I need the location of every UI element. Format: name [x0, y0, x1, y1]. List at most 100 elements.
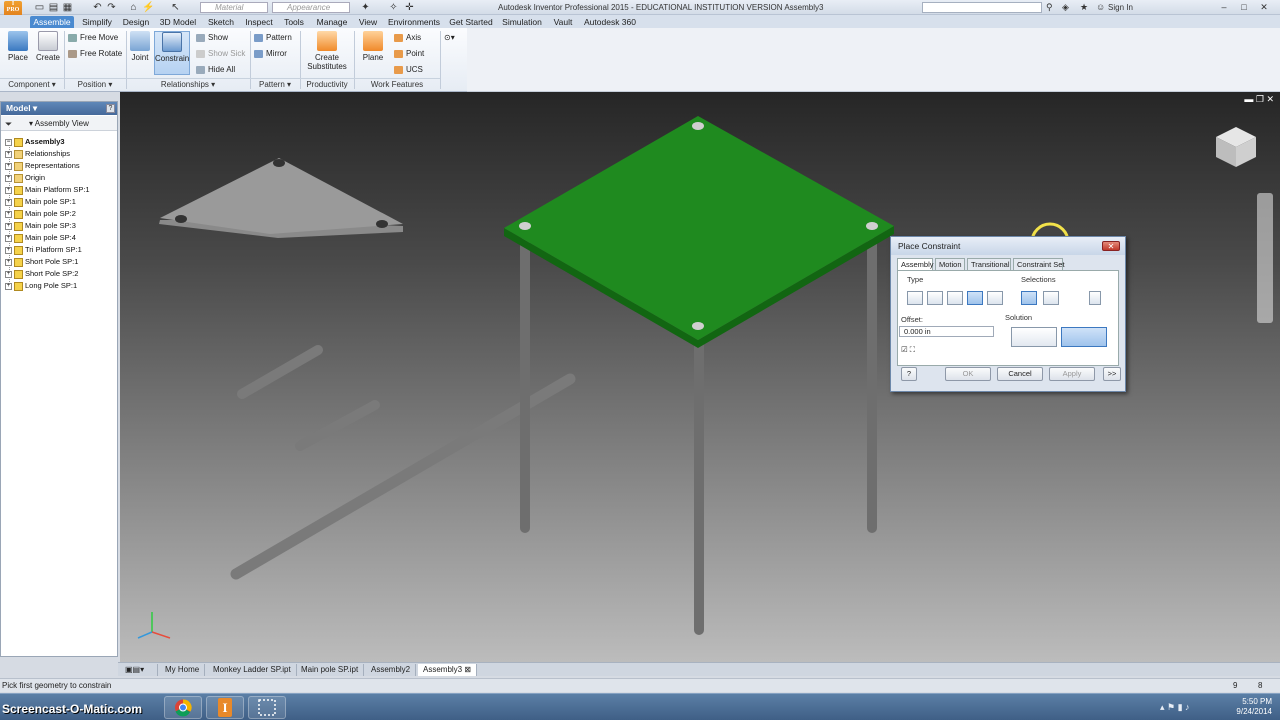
browser-title[interactable]: Model ▾ [1, 102, 117, 115]
constrain-button[interactable]: Constrain [154, 31, 190, 75]
tree-item[interactable]: + Long Pole SP:1 [5, 280, 77, 292]
expand-icon[interactable]: + [5, 174, 12, 182]
select-icon[interactable]: ↖ [170, 2, 181, 13]
sign-in-link[interactable]: Sign In [1108, 3, 1133, 12]
update-icon[interactable]: ⚡ [142, 2, 154, 13]
cancel-button[interactable]: Cancel [997, 367, 1043, 381]
selection-2-icon[interactable] [1043, 291, 1059, 305]
customize-icon[interactable]: ✛ [404, 2, 415, 13]
inventor-taskbar-button[interactable]: I [206, 696, 244, 719]
adjust-icon[interactable]: ✧ [388, 2, 399, 13]
minimize-button[interactable]: – [1218, 2, 1230, 13]
tangent-type-icon[interactable] [947, 291, 963, 305]
maximize-button[interactable]: □ [1238, 2, 1250, 13]
pattern-button[interactable]: Pattern [254, 32, 292, 44]
main-platform[interactable] [504, 116, 894, 340]
pick-part-first-icon[interactable] [1089, 291, 1101, 305]
tab-monkey-ladder[interactable]: Monkey Ladder SP.ipt [208, 664, 297, 676]
tab-transitional[interactable]: Transitional [967, 258, 1011, 270]
free-move-button[interactable]: Free Move [68, 32, 118, 44]
tab-manage[interactable]: Manage [314, 16, 350, 28]
tab-main-pole[interactable]: Main pole SP.ipt [296, 664, 365, 676]
search-icon[interactable]: ⚲ [1046, 2, 1053, 13]
star-icon[interactable]: ★ [1080, 2, 1088, 13]
filter-icon[interactable]: ⏷ [5, 119, 12, 130]
save-icon[interactable]: ▦ [62, 2, 73, 13]
tab-simplify[interactable]: Simplify [78, 16, 116, 28]
expand-icon[interactable]: + [5, 270, 12, 278]
long-pole[interactable] [230, 373, 576, 580]
subscription-icon[interactable]: ◈ [1062, 2, 1069, 13]
mirror-button[interactable]: Mirror [254, 48, 287, 60]
tab-assemble[interactable]: Assemble [30, 16, 74, 28]
show-button[interactable]: Show [196, 32, 228, 44]
new-icon[interactable]: ▭ [34, 2, 45, 13]
tree-item[interactable]: + Main pole SP:1 [5, 196, 76, 208]
tab-inspect[interactable]: Inspect [242, 16, 276, 28]
clear-appearance-icon[interactable]: ✦ [360, 2, 371, 13]
dialog-close-button[interactable]: ✕ [1102, 241, 1120, 251]
help-icon[interactable]: ? [106, 104, 115, 113]
tab-constraint-set[interactable]: Constraint Set [1013, 258, 1065, 270]
hide-all-button[interactable]: Hide All [196, 64, 235, 76]
tab-environments[interactable]: Environments [386, 16, 442, 28]
joint-button[interactable]: Joint [128, 31, 152, 75]
point-button[interactable]: Point [394, 48, 424, 60]
collapse-icon[interactable]: − [5, 138, 12, 146]
angle-type-icon[interactable] [927, 291, 943, 305]
tree-item[interactable]: + Short Pole SP:2 [5, 268, 78, 280]
panel-options-icon[interactable]: ⊙▾ [444, 32, 455, 44]
user-icon[interactable]: ☺ [1096, 2, 1105, 13]
dialog-help-button[interactable]: ? [901, 367, 917, 381]
create-button[interactable]: Create [34, 31, 62, 75]
tree-root-assembly[interactable]: − Assembly3 [5, 136, 65, 148]
tree-item[interactable]: + Origin [5, 172, 45, 184]
tree-item[interactable]: + Tri Platform SP:1 [5, 244, 82, 256]
free-rotate-button[interactable]: Free Rotate [68, 48, 122, 60]
expand-icon[interactable]: + [5, 234, 12, 242]
snipping-tool-taskbar-button[interactable] [248, 696, 286, 719]
tray-icons[interactable]: ▴ ⚑ ▮ ♪ [1160, 702, 1190, 713]
ucs-button[interactable]: UCS [394, 64, 423, 76]
solution-opposed-button[interactable] [1011, 327, 1057, 347]
appearance-dropdown[interactable]: Appearance [272, 2, 350, 13]
tree-item[interactable]: + Main Platform SP:1 [5, 184, 90, 196]
assembly-view-dropdown[interactable]: ▾ Assembly View [29, 119, 89, 128]
tree-item[interactable]: + Main pole SP:2 [5, 208, 76, 220]
ok-button[interactable]: OK [945, 367, 991, 381]
create-substitutes-button[interactable]: Create Substitutes [304, 31, 350, 75]
viewcube[interactable] [1214, 125, 1258, 169]
tab-design[interactable]: Design [120, 16, 152, 28]
expand-icon[interactable]: + [5, 210, 12, 218]
undo-icon[interactable]: ↶ [92, 2, 103, 13]
symmetry-type-icon[interactable] [987, 291, 1003, 305]
expand-icon[interactable]: + [5, 150, 12, 158]
system-clock[interactable]: 5:50 PM 9/24/2014 [1236, 697, 1272, 717]
selection-1-icon[interactable] [1021, 291, 1037, 305]
close-button[interactable]: ✕ [1258, 2, 1270, 13]
expand-icon[interactable]: + [5, 258, 12, 266]
dialog-title[interactable]: Place Constraint [891, 237, 1125, 255]
short-pole-1[interactable] [237, 345, 323, 399]
tree-item[interactable]: + Short Pole SP:1 [5, 256, 78, 268]
tab-sketch[interactable]: Sketch [204, 16, 238, 28]
mate-type-icon[interactable] [907, 291, 923, 305]
expand-icon[interactable]: + [5, 222, 12, 230]
tab-motion[interactable]: Motion [935, 258, 965, 270]
navigation-bar[interactable] [1257, 193, 1273, 323]
expand-icon[interactable]: + [5, 198, 12, 206]
tab-assembly2[interactable]: Assembly2 [366, 664, 417, 676]
tab-tools[interactable]: Tools [280, 16, 308, 28]
tab-simulation[interactable]: Simulation [500, 16, 544, 28]
offset-input[interactable]: 0.000 in [899, 326, 994, 337]
group-pattern[interactable]: Pattern ▾ [250, 78, 300, 90]
expand-icon[interactable]: + [5, 162, 12, 170]
more-options-button[interactable]: >> [1103, 367, 1121, 381]
tree-item[interactable]: + Main pole SP:4 [5, 232, 76, 244]
help-search-input[interactable] [922, 2, 1042, 13]
short-pole-2[interactable] [295, 400, 380, 451]
tree-item[interactable]: + Relationships [5, 148, 70, 160]
expand-icon[interactable]: + [5, 186, 12, 194]
group-component[interactable]: Component ▾ [0, 78, 64, 90]
expand-icon[interactable]: + [5, 282, 12, 290]
